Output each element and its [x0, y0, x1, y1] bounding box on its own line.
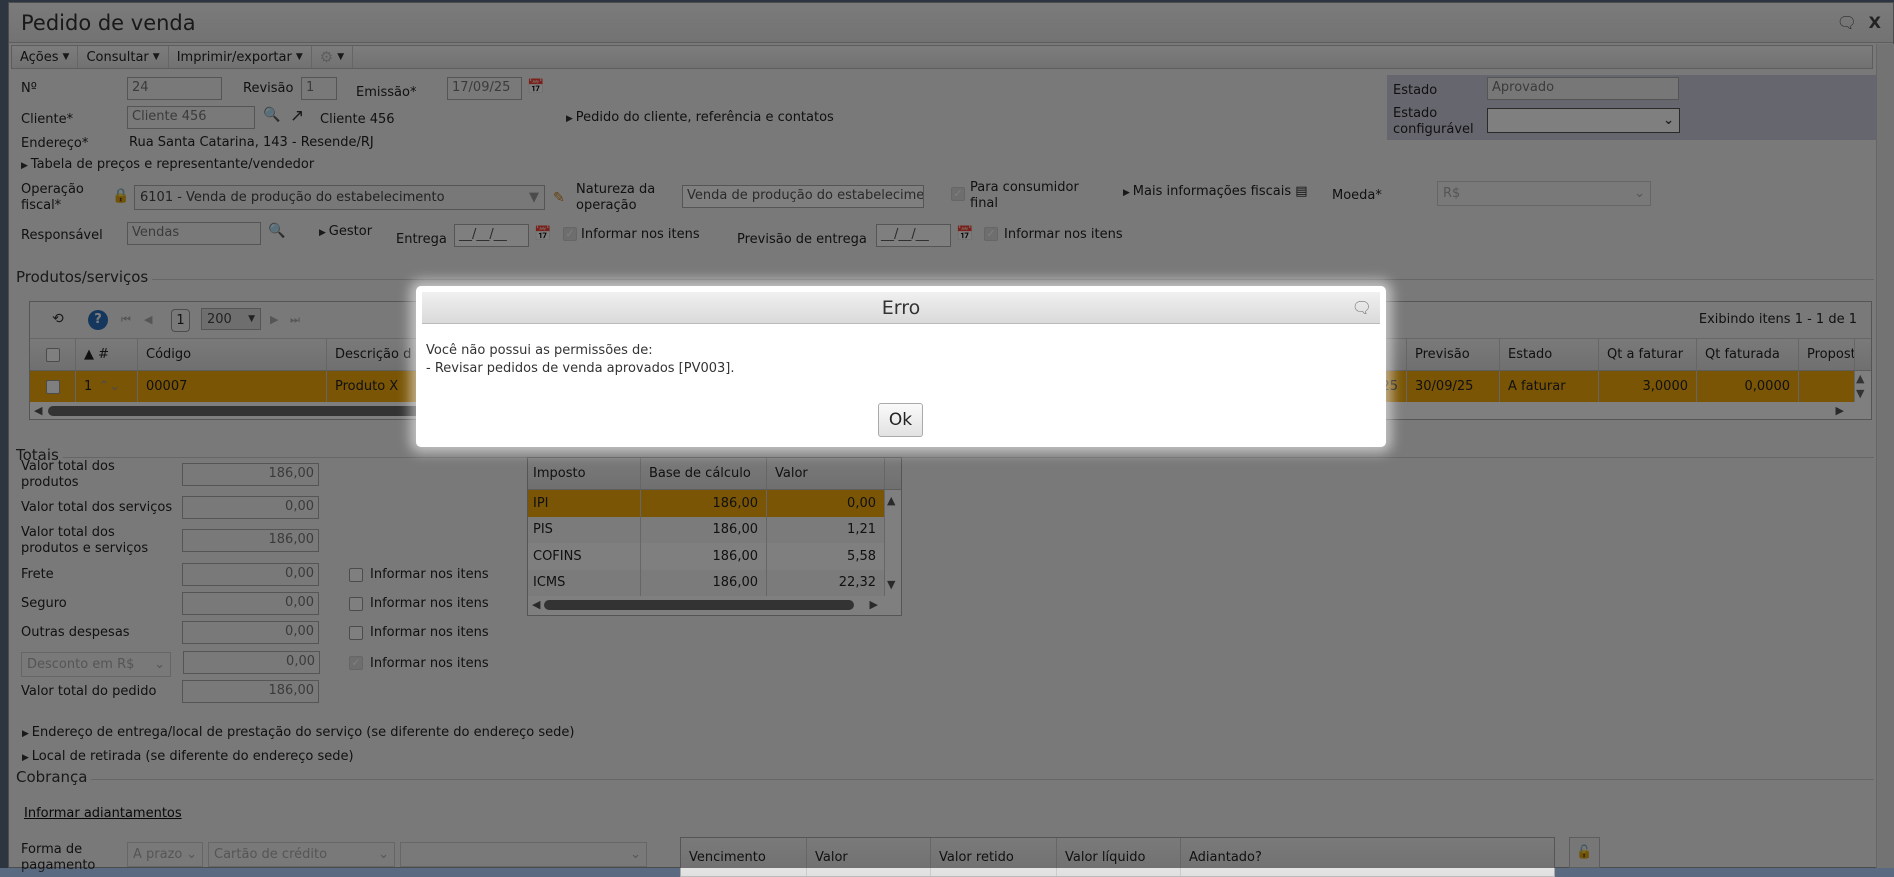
ok-button[interactable]: Ok: [878, 403, 923, 437]
speech-bubble-icon[interactable]: 🗨: [1352, 292, 1372, 324]
error-dialog: Erro 🗨 Você não possui as permissões de:…: [416, 286, 1386, 447]
dialog-message: Você não possui as permissões de: - Revi…: [426, 342, 735, 378]
dialog-title-bar: Erro 🗨: [422, 292, 1380, 324]
dialog-title: Erro: [881, 297, 921, 319]
dialog-message-line-1: Você não possui as permissões de:: [426, 343, 653, 358]
dialog-message-line-2: - Revisar pedidos de venda aprovados [PV…: [426, 361, 735, 376]
